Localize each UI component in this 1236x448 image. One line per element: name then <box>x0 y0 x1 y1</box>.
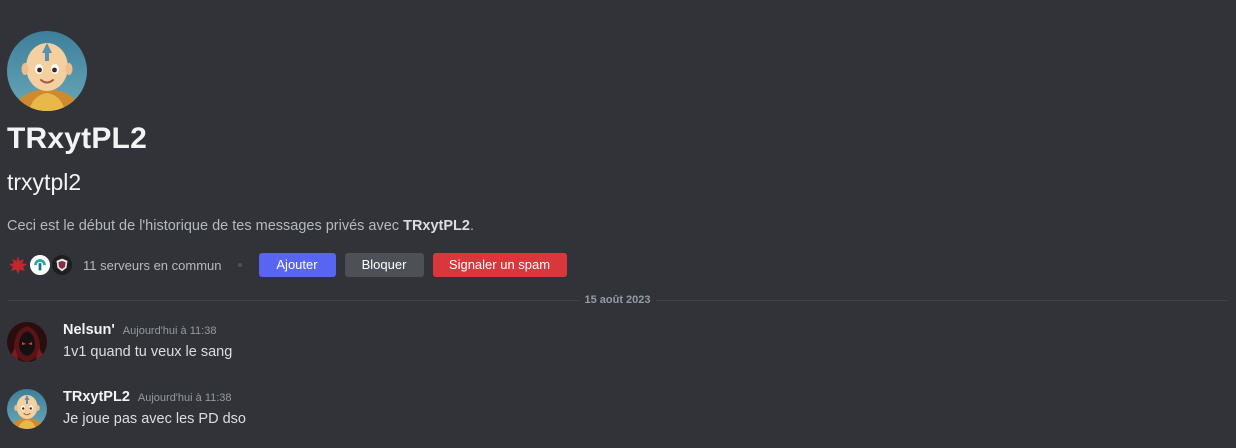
message-header: TRxytPL2 Aujourd'hui à 11:38 <box>63 389 232 405</box>
message-avatar[interactable] <box>7 322 47 362</box>
mutual-servers-count[interactable]: 11 serveurs en commun <box>83 258 222 273</box>
block-button[interactable]: Bloquer <box>344 253 424 277</box>
description-prefix: Ceci est le début de l'historique de tes… <box>7 218 404 234</box>
date-divider: 15 août 2023 <box>7 293 1228 307</box>
message-author[interactable]: TRxytPL2 <box>63 389 130 405</box>
server-icon-red-maple <box>6 253 30 277</box>
add-friend-button[interactable]: Ajouter <box>258 253 336 277</box>
message-author[interactable]: Nelsun' <box>63 322 115 338</box>
report-spam-button[interactable]: Signaler un spam <box>432 253 567 277</box>
message-item[interactable]: Nelsun' Aujourd'hui à 11:38 1v1 quand tu… <box>7 322 1207 366</box>
aang-avatar-icon <box>7 31 87 111</box>
profile-username: trxytpl2 <box>7 169 82 195</box>
message-header: Nelsun' Aujourd'hui à 11:38 <box>63 322 216 338</box>
description-username: TRxytPL2 <box>403 218 470 234</box>
message-avatar[interactable] <box>7 389 47 429</box>
dark-hood-avatar-icon <box>7 322 47 362</box>
server-icon-teal-logo <box>28 253 52 277</box>
dm-history-description: Ceci est le début de l'historique de tes… <box>7 216 474 236</box>
message-content: 1v1 quand tu veux le sang <box>63 344 233 360</box>
profile-display-name: TRxytPL2 <box>7 122 147 155</box>
separator-dot <box>237 263 242 267</box>
aang-avatar-icon <box>7 389 47 429</box>
date-divider-label: 15 août 2023 <box>579 293 656 307</box>
message-content: Je joue pas avec les PD dso <box>63 411 246 427</box>
message-timestamp: Aujourd'hui à 11:38 <box>137 392 232 404</box>
red-maple-icon <box>9 256 27 274</box>
dm-channel: TRxytPL2 trxytpl2 Ceci est le début de l… <box>0 0 1236 448</box>
message-item[interactable]: TRxytPL2 Aujourd'hui à 11:38 Je joue pas… <box>7 389 1207 433</box>
message-timestamp: Aujourd'hui à 11:38 <box>122 325 217 337</box>
mutual-servers-icons[interactable] <box>6 253 74 277</box>
profile-avatar[interactable] <box>7 31 87 111</box>
server-icon-dark-shield <box>50 253 74 277</box>
profile-actions-row: 11 serveurs en commun Ajouter Bloquer Si… <box>6 253 576 277</box>
dark-shield-icon <box>52 255 72 275</box>
description-suffix: . <box>469 218 475 234</box>
teal-logo-icon <box>30 255 50 275</box>
